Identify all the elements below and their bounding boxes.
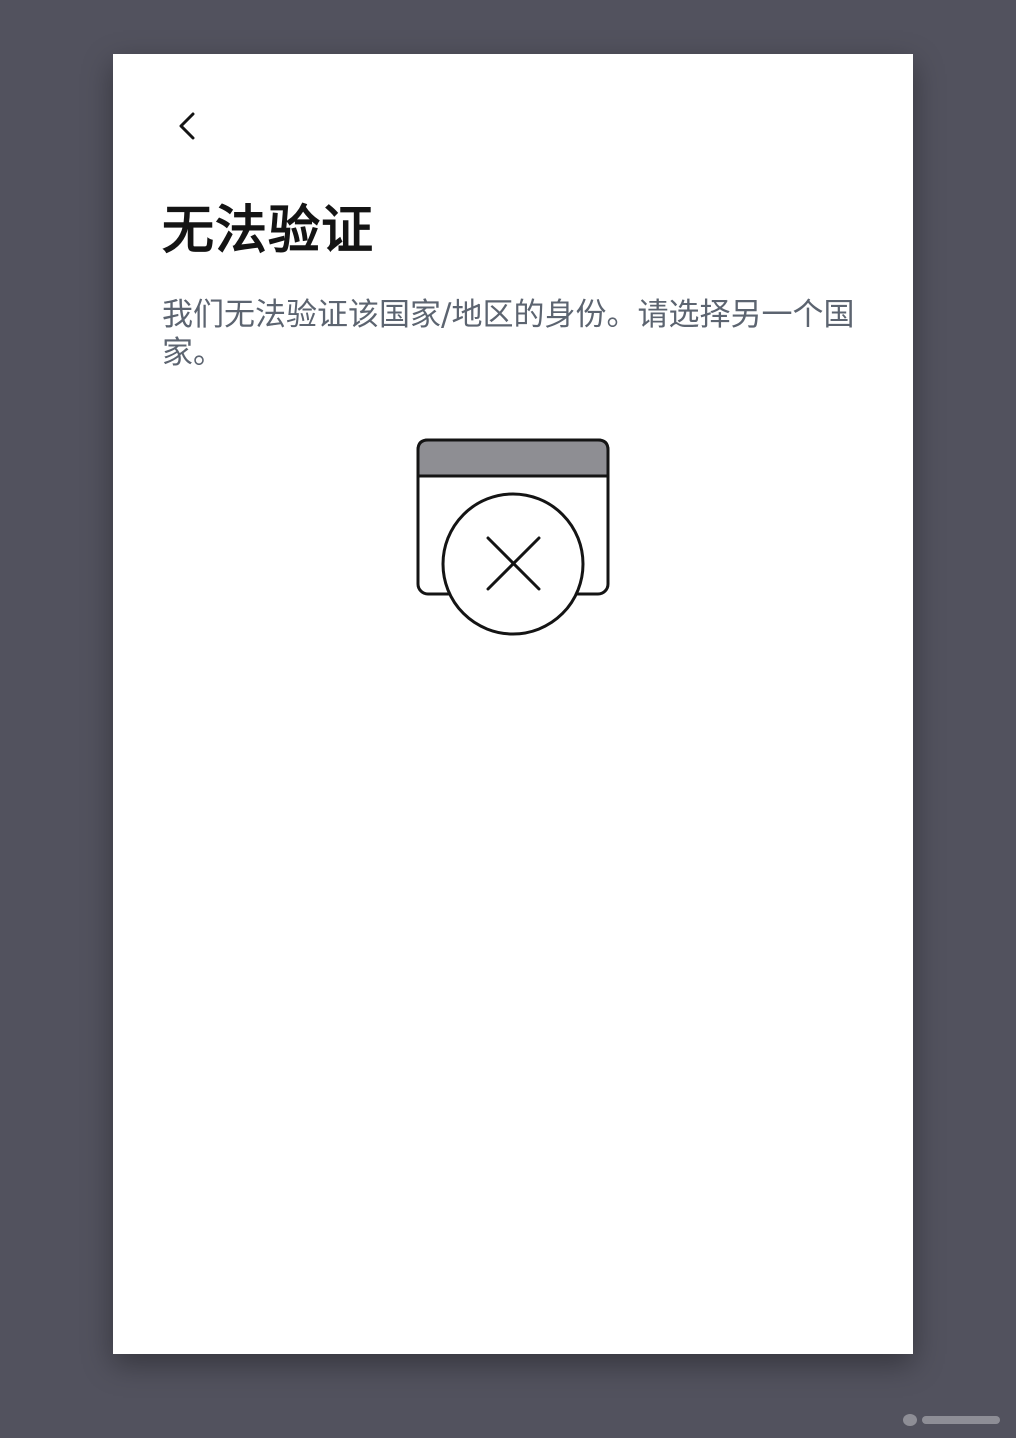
chevron-left-icon bbox=[179, 112, 195, 140]
page-title: 无法验证 bbox=[162, 201, 375, 261]
watermark-logo bbox=[903, 1414, 1000, 1426]
verification-dialog: 无法验证 我们无法验证该国家/地区的身份。请选择另一个国家。 bbox=[113, 54, 913, 1354]
back-button[interactable] bbox=[165, 104, 209, 148]
error-message: 我们无法验证该国家/地区的身份。请选择另一个国家。 bbox=[162, 297, 855, 371]
document-error-icon bbox=[416, 438, 610, 636]
